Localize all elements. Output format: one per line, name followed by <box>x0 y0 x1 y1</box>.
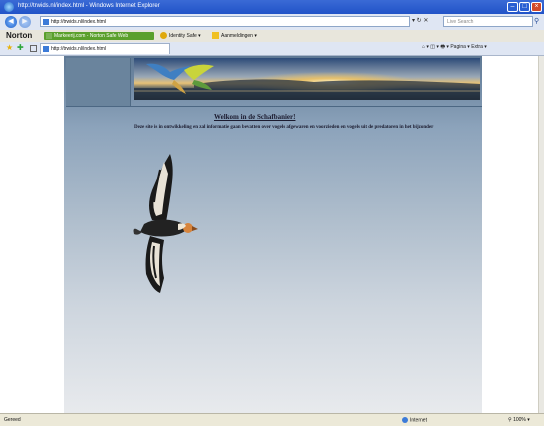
site-content-area <box>64 56 482 413</box>
safe-web-label: Markeerij.com - Norton Safe Web <box>54 33 129 39</box>
address-url: http://trwids.nl/index.html <box>51 19 107 25</box>
check-icon <box>46 33 52 39</box>
quick-tabs-icon[interactable] <box>30 45 37 52</box>
intro-text: Deze site is in ontwikkeling en zal info… <box>134 125 434 130</box>
site-banner <box>134 58 480 100</box>
page-icon <box>43 19 49 25</box>
norton-logo: Norton <box>6 31 33 40</box>
banner-divider <box>66 106 482 107</box>
page-heading: Welkom in de Schafbanier! <box>214 113 296 121</box>
add-favorite-icon[interactable]: ✚ <box>17 43 24 52</box>
key-icon <box>212 32 219 39</box>
identity-icon <box>160 32 167 39</box>
address-field[interactable]: http://trwids.nl/index.html <box>40 16 410 27</box>
identity-safe-label: Identity Safe <box>169 32 197 39</box>
security-zone[interactable]: Internet <box>402 417 427 423</box>
address-toolbar: ◀ ▶ http://trwids.nl/index.html ▾ ↻ ✕ Li… <box>0 14 544 30</box>
back-button[interactable]: ◀ <box>5 16 17 28</box>
banner-image <box>134 58 480 100</box>
globe-icon <box>402 417 408 423</box>
accounts-label: Aanmeldingen <box>221 32 253 39</box>
search-input[interactable]: Live Search <box>443 16 533 27</box>
vertical-scrollbar[interactable] <box>538 56 544 413</box>
status-text: Gereed <box>4 417 21 423</box>
command-bar-tools: Pagina ▾ Extra ▾ <box>450 44 487 50</box>
site-logo-panel <box>66 58 131 106</box>
refresh-stop-controls[interactable]: ▾ ↻ ✕ <box>412 17 428 24</box>
vulture-illustration <box>133 154 198 293</box>
close-button[interactable]: × <box>531 2 542 12</box>
maximize-button[interactable]: □ <box>519 2 530 12</box>
page-icon <box>43 46 49 52</box>
bird-of-prey-image <box>130 150 200 295</box>
favorites-star-icon[interactable]: ★ <box>6 43 13 52</box>
minimize-button[interactable]: – <box>507 2 518 12</box>
ie-logo-icon <box>4 2 14 12</box>
command-bar[interactable]: ⌂ ▾ ◫ ▾ 🖶 ▾ Pagina ▾ Extra ▾ <box>422 44 487 52</box>
forward-button[interactable]: ▶ <box>19 16 31 28</box>
accounts-button[interactable]: Aanmeldingen ▾ <box>212 32 257 39</box>
tab-current[interactable]: http://trwids.nl/index.html <box>40 43 170 54</box>
identity-safe-button[interactable]: Identity Safe ▾ <box>160 32 201 39</box>
tab-title: http://trwids.nl/index.html <box>51 46 107 52</box>
window-title: http://trwids.nl/index.html - Windows In… <box>18 3 160 9</box>
status-bar: Gereed Internet ⚲ 100% ▾ <box>0 413 544 426</box>
zoom-control[interactable]: ⚲ 100% ▾ <box>508 417 530 423</box>
title-bar: http://trwids.nl/index.html - Windows In… <box>0 0 544 14</box>
search-placeholder: Live Search <box>447 19 474 25</box>
tab-row: ★ ✚ http://trwids.nl/index.html ⌂ ▾ ◫ ▾ … <box>0 42 544 56</box>
search-icon[interactable]: ⚲ <box>534 17 539 25</box>
zone-label: Internet <box>410 417 427 424</box>
safe-web-button[interactable]: Markeerij.com - Norton Safe Web <box>44 32 154 40</box>
zoom-level: 100% <box>513 417 526 423</box>
